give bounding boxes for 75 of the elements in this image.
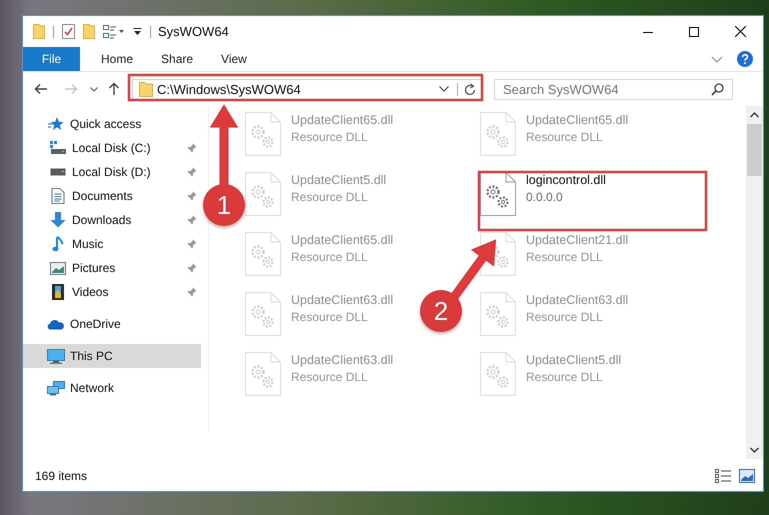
sidebar-item[interactable]: Music [23, 232, 201, 256]
gear-file-icon [245, 352, 281, 396]
star-icon [47, 116, 65, 132]
pin-icon[interactable] [187, 191, 197, 201]
address-field[interactable]: C:\Windows\SysWOW64 [132, 78, 482, 100]
sidebar-item[interactable]: Videos [23, 280, 201, 304]
help-icon[interactable] [737, 51, 753, 67]
close-icon [734, 26, 746, 37]
properties-checklist-icon[interactable] [62, 24, 75, 39]
file-type: 0.0.0.0 [526, 190, 564, 204]
large-icons-view-icon[interactable] [739, 469, 755, 483]
film-icon [49, 284, 67, 300]
monitor-icon [47, 348, 65, 364]
address-path: C:\Windows\SysWOW64 [157, 82, 302, 96]
gear-file-icon [245, 172, 281, 216]
file-menu-tab[interactable]: File [23, 47, 80, 71]
customize-toolbar-icon[interactable] [133, 28, 142, 36]
sidebar-item[interactable]: Pictures [23, 256, 201, 280]
search-field[interactable]: Search SysWOW64 [494, 78, 733, 100]
down-arrow-icon [49, 212, 67, 228]
sidebar-item[interactable]: Local Disk (C:) [23, 136, 201, 160]
gear-file-icon [480, 172, 516, 216]
drive-icon [49, 168, 67, 176]
folder-icon [139, 81, 153, 97]
gear-file-icon [480, 292, 516, 336]
up-arrow-icon[interactable] [108, 82, 120, 96]
gear-file-icon [480, 352, 516, 396]
scrollbar-thumb[interactable] [747, 124, 762, 176]
sidebar-item[interactable]: Network [23, 376, 201, 400]
sidebar-item[interactable]: Downloads [23, 208, 201, 232]
dropdown-caret-icon[interactable] [439, 86, 449, 92]
expand-ribbon-icon[interactable] [711, 56, 723, 62]
drive-icon [49, 141, 67, 155]
gear-file-icon [245, 292, 281, 336]
file-type: Resource DLL [526, 130, 604, 144]
file-type: Resource DLL [526, 370, 604, 384]
recent-dropdown-icon[interactable] [90, 86, 98, 92]
gear-file-icon [245, 232, 281, 276]
details-view-icon[interactable] [715, 469, 731, 483]
document-icon [49, 188, 67, 204]
file-type: Resource DLL [291, 310, 369, 324]
pin-icon[interactable] [187, 287, 197, 297]
file-type: Resource DLL [291, 190, 369, 204]
sidebar-item[interactable]: Documents [23, 184, 201, 208]
ribbon-tab[interactable]: Home [87, 47, 148, 71]
sidebar-item[interactable]: Quick access [23, 112, 201, 136]
network-icon [47, 380, 65, 396]
search-icon [711, 82, 724, 96]
pin-icon[interactable] [187, 263, 197, 273]
item-count: 169 items [35, 469, 88, 483]
gear-file-icon [480, 232, 516, 276]
picture-icon [49, 262, 67, 274]
ribbon-tab[interactable]: View [207, 47, 261, 71]
file-type: Resource DLL [291, 370, 369, 384]
vertical-scrollbar[interactable] [746, 106, 763, 459]
file-type: Resource DLL [291, 130, 369, 144]
ribbon-tab[interactable]: Share [147, 47, 208, 71]
sidebar-item[interactable]: This PC [23, 344, 201, 368]
gear-file-icon [245, 112, 281, 156]
maximize-icon [689, 26, 699, 36]
view-options-icon[interactable] [103, 24, 125, 38]
pin-icon[interactable] [187, 239, 197, 249]
pin-icon[interactable] [187, 143, 197, 153]
window-title: SysWOW64 [158, 24, 230, 39]
cloud-icon [47, 318, 65, 330]
file-name[interactable]: logincontrol.dll [526, 173, 606, 187]
pin-icon[interactable] [187, 215, 197, 225]
pin-icon[interactable] [187, 167, 197, 177]
sidebar-item[interactable]: Local Disk (D:) [23, 160, 201, 184]
back-arrow-icon[interactable] [34, 83, 48, 95]
file-type: Resource DLL [526, 250, 604, 264]
sidebar-item[interactable]: OneDrive [23, 312, 201, 336]
gear-file-icon [480, 112, 516, 156]
file-type: Resource DLL [526, 310, 604, 324]
file-type: Resource DLL [291, 250, 369, 264]
